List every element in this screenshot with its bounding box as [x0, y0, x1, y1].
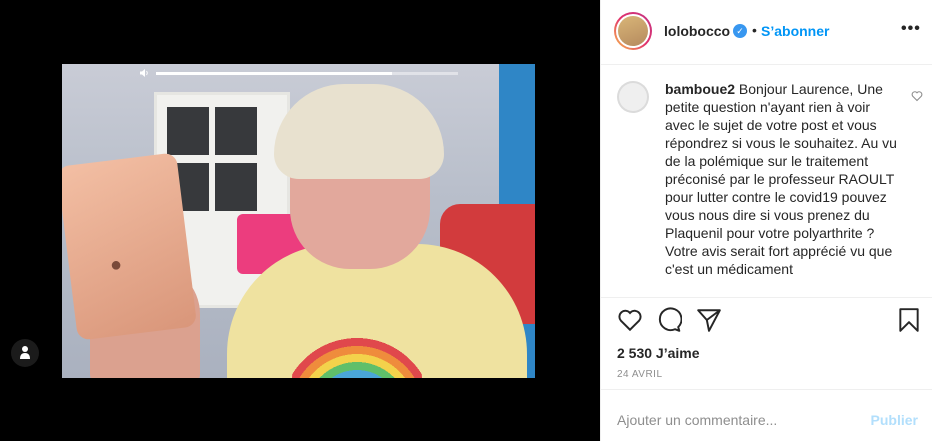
avatar[interactable] — [614, 12, 652, 50]
tagged-user-button[interactable] — [11, 339, 39, 367]
post-sidebar: lolobocco ✓ • S’abonner ••• bamboue2 Bon… — [600, 0, 932, 441]
comments-list[interactable]: bamboue2 Bonjour Laurence, Une petite qu… — [601, 65, 932, 297]
comment-author[interactable]: bamboue2 — [665, 81, 735, 97]
post-button[interactable]: Publier — [871, 412, 918, 428]
share-icon[interactable] — [696, 307, 722, 333]
comment-text: Bonjour Laurence, Une petite question n'… — [665, 81, 897, 277]
tablet-device — [62, 152, 198, 341]
comment-body: bamboue2 Bonjour Laurence, Une petite qu… — [665, 80, 897, 278]
video-controls — [62, 64, 535, 82]
video-player[interactable]: ● — [62, 64, 535, 378]
save-icon[interactable] — [896, 307, 922, 333]
verified-badge-icon: ✓ — [733, 24, 747, 38]
follow-button[interactable]: S’abonner — [761, 23, 829, 39]
media-area: ● — [0, 0, 600, 441]
video-progress-fill — [156, 72, 392, 75]
comment-icon[interactable] — [656, 307, 683, 333]
like-icon[interactable] — [617, 307, 643, 333]
volume-icon[interactable] — [140, 69, 149, 77]
instagram-post: ● lolobocco ✓ • S’abonner ••• bamboue2 B… — [0, 0, 932, 441]
video-progress-bar[interactable] — [156, 72, 458, 75]
username[interactable]: lolobocco — [664, 23, 730, 39]
post-header: lolobocco ✓ • S’abonner ••• — [601, 0, 932, 65]
add-comment-bar: Ajouter un commentaire... Publier — [601, 389, 932, 442]
comment-avatar[interactable] — [617, 81, 649, 113]
more-options-icon[interactable]: ••• — [901, 20, 921, 38]
user-icon — [20, 345, 30, 360]
post-date[interactable]: 24 AVRIL — [617, 369, 663, 380]
person-hair — [274, 84, 444, 179]
separator: • — [752, 22, 757, 38]
apple-logo-icon: ● — [110, 254, 123, 276]
likes-count[interactable]: 2 530 J’aime — [617, 345, 700, 361]
comment-input[interactable]: Ajouter un commentaire... — [617, 412, 777, 428]
comment-like-icon[interactable] — [911, 89, 923, 102]
